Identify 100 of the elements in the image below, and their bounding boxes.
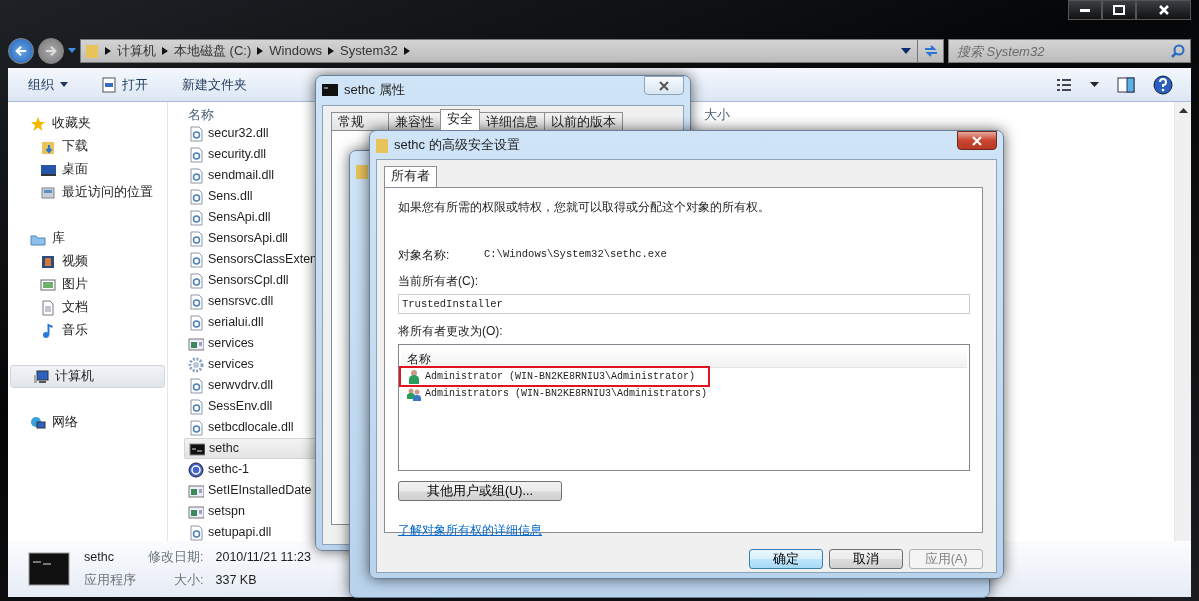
file-row[interactable]: SensApi.dll [184,207,384,228]
film-icon [40,253,56,270]
nav-item[interactable]: 库 [8,227,167,250]
preview-pane-icon[interactable] [1117,76,1135,93]
back-button[interactable] [8,38,34,64]
help-icon[interactable] [1153,74,1173,95]
organize-menu[interactable]: 组织 [26,72,70,97]
recent-places-icon [40,184,56,201]
dll-file-icon [188,209,204,226]
field-label: 将所有者更改为(O): [398,323,504,340]
dll-file-icon [188,293,204,310]
list-row[interactable]: Administrator (WIN-BN2KE8RNIU3\Administrator) [401,368,708,385]
search-field[interactable]: 搜索 System32 [948,39,1191,63]
document-icon [40,299,56,316]
breadcrumb[interactable]: 计算机 [117,41,156,61]
star-icon [30,115,46,132]
dropdown-icon[interactable] [901,48,911,54]
console-window-icon [188,503,204,520]
forward-button[interactable] [38,38,64,64]
file-row[interactable]: security.dll [184,144,384,165]
tab[interactable]: 详细信息 [479,112,545,130]
new-folder-button[interactable]: 新建文件夹 [180,72,249,97]
command-prompt-icon [322,84,338,96]
tab[interactable]: 兼容性 [388,112,441,130]
file-row[interactable]: setspn [184,501,384,522]
file-row[interactable]: services [184,354,384,375]
help-link[interactable]: 了解对象所有权的详细信息 [398,521,542,539]
nav-item[interactable]: 音乐 [8,319,167,342]
user-icon [406,368,422,385]
nav-item[interactable]: 下载 [8,135,167,158]
nav-item[interactable]: 收藏夹 [8,112,167,135]
current-owner-field[interactable]: TrustedInstaller [398,294,970,314]
tab[interactable]: 常规 [331,112,389,130]
file-row[interactable]: setbcdlocale.dll [184,417,384,438]
back-arrow-icon [15,45,27,57]
other-users-button[interactable]: 其他用户或组(U)... [398,481,562,501]
file-row[interactable]: SensorsApi.dll [184,228,384,249]
breadcrumb[interactable]: System32 [340,41,398,61]
history-dropdown-icon[interactable] [68,48,76,54]
dll-file-icon [188,314,204,331]
close-icon [971,135,983,146]
file-row[interactable]: sethc-1 [184,459,384,480]
tab[interactable]: 所有者 [384,166,437,187]
tab[interactable]: 安全 [440,109,480,130]
globe-icon [188,461,204,478]
address-bar[interactable]: 计算机 本地磁盘 (C:) Windows System32 [80,39,944,63]
column-header[interactable]: 大小 [704,102,730,123]
scroll-up-icon[interactable] [1178,108,1188,113]
chevron-icon [105,47,111,55]
nav-item[interactable]: 视频 [8,250,167,273]
file-row[interactable]: SetIEInstalledDate [184,480,384,501]
nav-item[interactable]: 桌面 [8,158,167,181]
dll-file-icon [188,188,204,205]
folder-icon [376,137,388,153]
nav-item[interactable]: 文档 [8,296,167,319]
caret-icon [60,82,68,87]
field-label: 对象名称: [398,247,451,264]
field-label: 大小: [173,572,204,589]
file-row[interactable]: Sens.dll [184,186,384,207]
dll-file-icon [188,272,204,289]
open-button[interactable]: 打开 [100,72,150,97]
nav-item[interactable]: 网络 [8,411,167,434]
forward-arrow-icon [45,45,57,57]
minimize-button[interactable] [1068,0,1102,20]
tab[interactable]: 以前的版本 [544,112,623,130]
breadcrumb[interactable]: Windows [269,41,323,61]
computer-icon [33,368,49,385]
maximize-button[interactable] [1102,0,1136,20]
close-button[interactable] [644,76,684,95]
dll-file-icon [188,398,204,415]
command-prompt-icon [28,552,70,586]
file-row[interactable]: serialui.dll [184,312,384,333]
file-row[interactable]: SensorsCpl.dll [184,270,384,291]
file-name: sethc [84,549,115,567]
nav-item[interactable]: 图片 [8,273,167,296]
gear-icon [188,356,204,373]
file-row[interactable]: sendmail.dll [184,165,384,186]
dll-file-icon [188,251,204,268]
owner-list[interactable]: 名称 Administrator (WIN-BN2KE8RNIU3\Administrator) Administrators (WIN-BN2KE8RNIU3\Administrators) [398,344,970,471]
nav-item[interactable]: 计算机 [10,365,165,388]
chevron-icon [257,47,264,55]
search-icon [1171,44,1185,58]
command-prompt-icon [189,440,205,457]
nav-item[interactable]: 最近访问的位置 [8,181,167,204]
close-button[interactable] [1136,0,1191,20]
file-row[interactable]: serwvdrv.dll [184,375,384,396]
file-row[interactable]: services [184,333,384,354]
close-button[interactable] [957,131,997,150]
ok-button[interactable]: 确定 [749,549,823,569]
file-row[interactable]: setupapi.dll [184,522,384,543]
cancel-button[interactable]: 取消 [829,549,903,569]
dropdown-icon[interactable] [1090,82,1099,87]
view-options-icon[interactable] [1056,76,1072,93]
file-row[interactable]: SessEnv.dll [184,396,384,417]
list-row[interactable]: Administrators (WIN-BN2KE8RNIU3\Administrators) [401,385,967,402]
file-row[interactable]: sensrsvc.dll [184,291,384,312]
close-icon [658,80,670,91]
file-row[interactable]: SensorsClassExten [184,249,384,270]
breadcrumb[interactable]: 本地磁盘 (C:) [174,41,252,61]
console-window-icon [188,482,204,499]
